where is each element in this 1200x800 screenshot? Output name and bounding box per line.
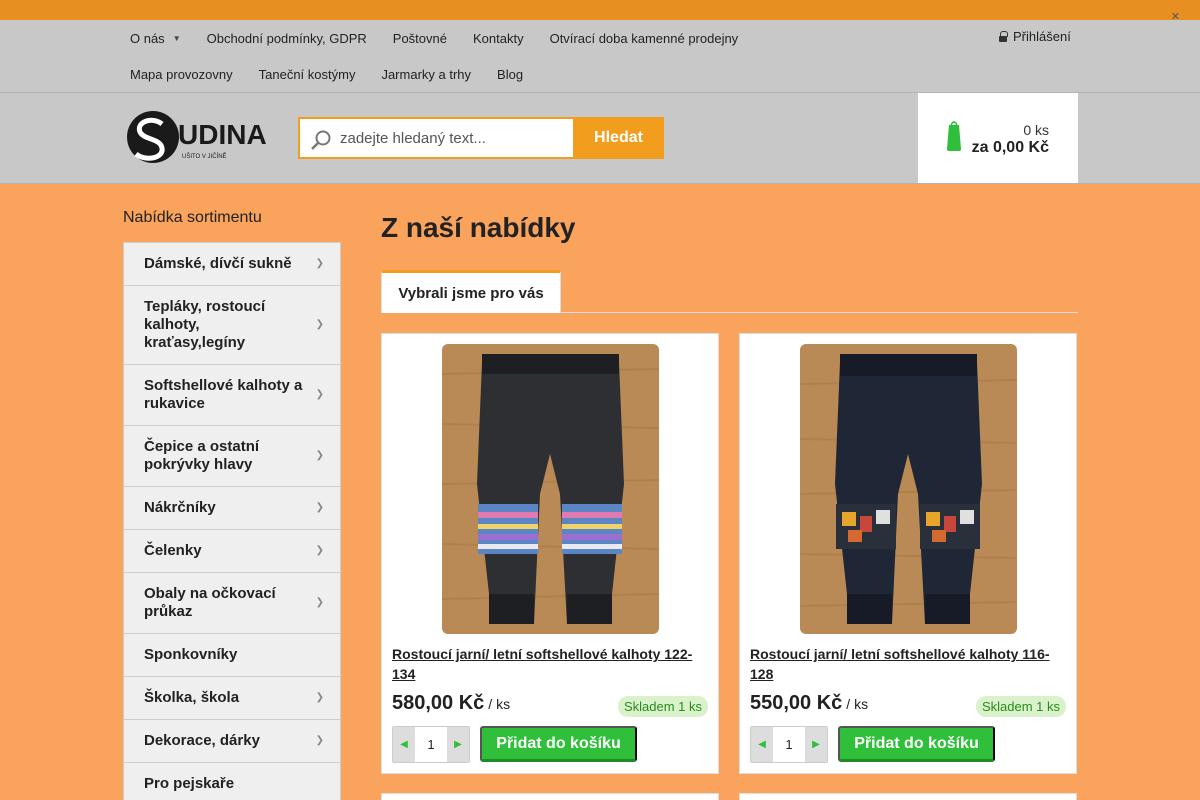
search-icon	[311, 130, 331, 150]
increase-icon[interactable]: ▶	[805, 727, 827, 762]
search-form: Hledat	[298, 117, 664, 159]
quantity-input[interactable]: 1	[773, 727, 805, 762]
top-bar: ✕	[0, 0, 1200, 23]
product-card	[381, 793, 719, 800]
sidebar-item-dog-owners[interactable]: Pro pejskaře	[124, 763, 340, 800]
cart-total: za 0,00 Kč	[971, 139, 1049, 156]
sidebar-item-neck-warmers[interactable]: Nákrčníky ❯	[124, 487, 340, 530]
sidebar-item-label: Čepice a ostatní pokrývky hlavy	[144, 438, 260, 473]
nav-item-map[interactable]: Mapa provozovny	[117, 67, 246, 82]
sidebar-item-decorations[interactable]: Dekorace, dárky ❯	[124, 720, 340, 763]
product-name-link[interactable]: Rostoucí jarní/ letní softshellové kalho…	[750, 644, 1068, 684]
nav-item-o-nas[interactable]: O nás ▼	[117, 31, 194, 46]
stock-badge: Skladem 1 ks	[975, 696, 1066, 717]
product-price: 580,00 Kč / ks	[392, 692, 510, 715]
sidebar-item-sweatpants[interactable]: Tepláky, rostoucí kalhoty, kraťasy,legín…	[124, 286, 340, 365]
product-card	[739, 793, 1077, 800]
sidebar-item-hats[interactable]: Čepice a ostatní pokrývky hlavy ❯	[124, 426, 340, 487]
sidebar-item-vaccination-covers[interactable]: Obaly na očkovací průkaz ❯	[124, 573, 340, 634]
category-sidebar: Dámské, dívčí sukně ❯ Tepláky, rostoucí …	[123, 242, 341, 800]
login-link[interactable]: Přihlášení	[999, 29, 1071, 44]
quantity-stepper: ◀ 1 ▶	[392, 726, 470, 763]
chevron-right-icon: ❯	[315, 389, 324, 400]
nav-row-2: Mapa provozovny Taneční kostýmy Jarmarky…	[117, 56, 536, 92]
chevron-right-icon: ❯	[315, 692, 324, 703]
product-card: Rostoucí jarní/ letní softshellové kalho…	[381, 333, 719, 774]
sidebar-title: Nabídka sortimentu	[123, 209, 262, 226]
chevron-right-icon: ❯	[315, 502, 324, 513]
chevron-right-icon: ❯	[315, 545, 324, 556]
tab-bar: Vybrali jsme pro vás	[381, 270, 1078, 313]
nav-row-1: O nás ▼ Obchodní podmínky, GDPR Poštovné…	[117, 20, 751, 56]
chevron-down-icon: ▼	[172, 33, 181, 43]
tab-recommended[interactable]: Vybrali jsme pro vás	[381, 270, 561, 313]
nav-item-terms[interactable]: Obchodní podmínky, GDPR	[194, 31, 380, 46]
chevron-right-icon: ❯	[315, 319, 324, 330]
page-title: Z naší nabídky	[381, 212, 576, 243]
sidebar-item-headbands[interactable]: Čelenky ❯	[124, 530, 340, 573]
add-to-cart-button[interactable]: Přidat do košíku	[838, 726, 995, 762]
sidebar-item-label: Pro pejskaře	[144, 775, 235, 792]
product-price: 550,00 Kč / ks	[750, 692, 868, 715]
sidebar-item-label: Nákrčníky	[144, 499, 216, 516]
product-image[interactable]	[800, 344, 1017, 634]
product-name-link[interactable]: Rostoucí jarní/ letní softshellové kalho…	[392, 644, 710, 684]
nav-item-contacts[interactable]: Kontakty	[460, 31, 537, 46]
search-box	[298, 117, 573, 159]
login-label: Přihlášení	[1013, 29, 1071, 44]
cart-widget[interactable]: 0 ks za 0,00 Kč	[918, 93, 1078, 183]
nav-item-dance-costumes[interactable]: Taneční kostýmy	[246, 67, 369, 82]
nav-item-shipping[interactable]: Poštovné	[380, 31, 460, 46]
site-header: UDINA UŠITO V JIČÍNĚ Hledat 0 ks za 0,00…	[0, 93, 1200, 184]
lock-icon	[999, 31, 1008, 42]
sidebar-item-label: Dekorace, dárky	[144, 732, 260, 749]
sidebar-item-softshell[interactable]: Softshellové kalhoty a rukavice ❯	[124, 365, 340, 426]
price-unit: / ks	[488, 696, 511, 712]
quantity-stepper: ◀ 1 ▶	[750, 726, 828, 763]
sidebar-item-label: Školka, škola	[144, 689, 240, 706]
nav-item-opening-hours[interactable]: Otvírací doba kamenné prodejny	[537, 31, 752, 46]
price-value: 580,00 Kč	[392, 692, 485, 714]
logo-tagline: UŠITO V JIČÍNĚ	[182, 152, 227, 160]
sidebar-item-label: Dámské, dívčí sukně	[144, 255, 292, 272]
increase-icon[interactable]: ▶	[447, 727, 469, 762]
cart-quantity: 0 ks	[1023, 122, 1049, 138]
quantity-input[interactable]: 1	[415, 727, 447, 762]
logo-text: UDINA	[178, 119, 267, 150]
price-unit: / ks	[846, 696, 869, 712]
chevron-right-icon: ❯	[315, 258, 324, 269]
price-value: 550,00 Kč	[750, 692, 843, 714]
search-button[interactable]: Hledat	[573, 117, 664, 159]
product-card: Rostoucí jarní/ letní softshellové kalho…	[739, 333, 1077, 774]
sidebar-item-clip-holders[interactable]: Sponkovníky	[124, 634, 340, 677]
decrease-icon[interactable]: ◀	[393, 727, 415, 762]
product-image[interactable]	[442, 344, 659, 634]
top-navigation: O nás ▼ Obchodní podmínky, GDPR Poštovné…	[0, 20, 1200, 93]
stock-badge: Skladem 1 ks	[617, 696, 708, 717]
nav-item-label: O nás	[130, 30, 165, 46]
sidebar-item-label: Softshellové kalhoty a rukavice	[144, 377, 303, 412]
sidebar-item-skirts[interactable]: Dámské, dívčí sukně ❯	[124, 243, 340, 286]
decrease-icon[interactable]: ◀	[751, 727, 773, 762]
search-input[interactable]	[340, 129, 565, 147]
chevron-right-icon: ❯	[315, 735, 324, 746]
sidebar-item-label: Sponkovníky	[144, 646, 238, 663]
sidebar-item-label: Obaly na očkovací průkaz	[144, 585, 276, 620]
shopping-bag-icon	[947, 121, 961, 151]
site-logo[interactable]: UDINA UŠITO V JIČÍNĚ	[126, 110, 276, 166]
nav-item-fairs[interactable]: Jarmarky a trhy	[368, 67, 484, 82]
chevron-right-icon: ❯	[315, 450, 324, 461]
sidebar-item-label: Čelenky	[144, 542, 202, 559]
chevron-right-icon: ❯	[315, 597, 324, 608]
nav-item-blog[interactable]: Blog	[484, 67, 536, 82]
sidebar-item-school[interactable]: Školka, škola ❯	[124, 677, 340, 720]
add-to-cart-button[interactable]: Přidat do košíku	[480, 726, 637, 762]
sidebar-item-label: Tepláky, rostoucí kalhoty, kraťasy,legín…	[144, 298, 266, 351]
